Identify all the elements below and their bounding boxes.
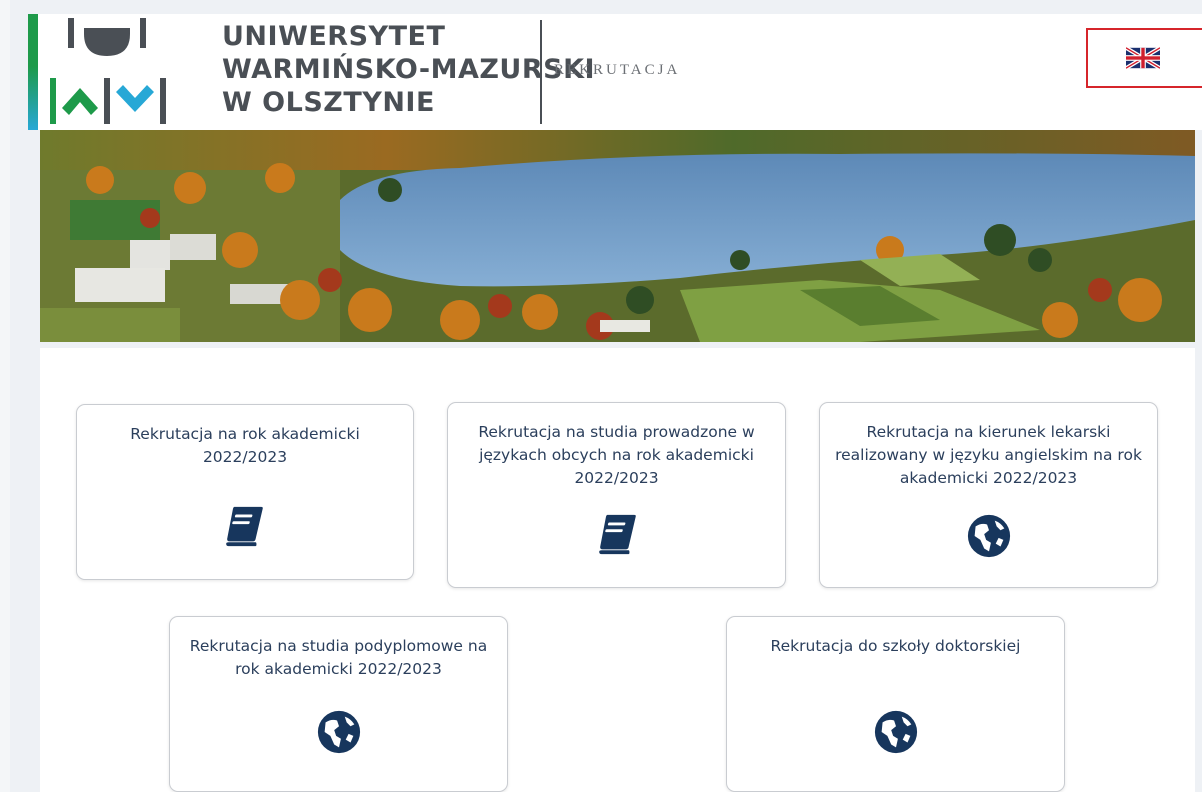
uk-flag-icon[interactable]: [1126, 47, 1160, 69]
site-header: UNIWERSYTET WARMIŃSKO-MAZURSKI W OLSZTYN…: [28, 14, 1202, 130]
globe-icon: [874, 710, 918, 754]
card-title: Rekrutacja na rok akademicki 2022/2023: [130, 425, 360, 466]
page: UNIWERSYTET WARMIŃSKO-MAZURSKI W OLSZTYN…: [0, 0, 1202, 792]
left-gutter: [0, 0, 10, 792]
globe-icon: [317, 710, 361, 754]
card-foreign-language-studies[interactable]: Rekrutacja na studia prowadzone w języka…: [447, 402, 786, 588]
book-icon: [226, 506, 263, 547]
card-title: Rekrutacja do szkoły doktorskiej: [770, 637, 1021, 655]
recruitment-options: Rekrutacja na rok akademicki 2022/2023 R…: [40, 348, 1195, 792]
card-recruitment-2022-2023[interactable]: Rekrutacja na rok akademicki 2022/2023: [76, 404, 414, 580]
section-title: REKRUTACJA: [554, 62, 681, 78]
language-switch-highlight: [1086, 28, 1202, 88]
globe-icon: [967, 514, 1011, 558]
card-title: Rekrutacja na kierunek lekarski realizow…: [835, 423, 1142, 487]
header-divider: [540, 20, 542, 124]
book-icon: [599, 514, 636, 555]
card-doctoral-school[interactable]: Rekrutacja do szkoły doktorskiej: [726, 616, 1065, 792]
card-medicine-in-english[interactable]: Rekrutacja na kierunek lekarski realizow…: [819, 402, 1158, 588]
campus-lake-photo: [40, 130, 1195, 342]
accent-bar: [28, 14, 38, 130]
card-title: Rekrutacja na studia prowadzone w języka…: [478, 423, 755, 487]
campus-banner: [40, 130, 1195, 342]
university-logo[interactable]: [46, 16, 176, 128]
card-postgraduate-studies[interactable]: Rekrutacja na studia podyplomowe na rok …: [169, 616, 508, 792]
card-title: Rekrutacja na studia podyplomowe na rok …: [189, 637, 488, 678]
